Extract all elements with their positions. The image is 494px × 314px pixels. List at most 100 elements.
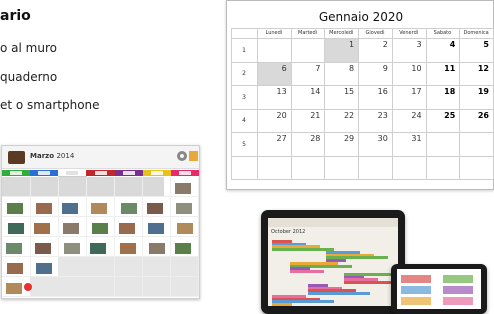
- photo-thumbnail[interactable]: [7, 203, 23, 214]
- app-day-cell[interactable]: [58, 257, 87, 277]
- photo-thumbnail[interactable]: [92, 223, 109, 234]
- app-day-cell[interactable]: [86, 237, 116, 257]
- grid-line: [231, 28, 493, 29]
- app-day-cell[interactable]: [86, 277, 116, 297]
- weekday-tab[interactable]: [38, 171, 51, 175]
- photo-thumbnail[interactable]: [34, 223, 51, 234]
- photo-thumbnail[interactable]: [8, 223, 24, 234]
- day-number: 2: [382, 40, 388, 49]
- photo-thumbnail[interactable]: [119, 243, 136, 254]
- app-day-cell[interactable]: [2, 177, 31, 197]
- app-day-cell[interactable]: [114, 177, 144, 197]
- photo-thumbnail[interactable]: [6, 283, 22, 294]
- photo-thumbnail[interactable]: [90, 243, 107, 254]
- photo-thumbnail[interactable]: [63, 223, 80, 234]
- day-number: 9: [382, 63, 388, 73]
- app-day-cell[interactable]: [170, 177, 199, 197]
- phone-event-block: [443, 286, 473, 294]
- photo-thumbnail[interactable]: [36, 203, 53, 214]
- app-day-cell[interactable]: [114, 257, 144, 277]
- weekday-tab[interactable]: [178, 171, 191, 175]
- day-number: 22: [343, 110, 355, 120]
- app-day-cell[interactable]: [114, 277, 144, 297]
- add-button[interactable]: [24, 283, 32, 291]
- day-number: 31: [411, 134, 422, 143]
- weekday-tab[interactable]: [66, 171, 79, 175]
- day-number: 18: [444, 87, 456, 96]
- photo-thumbnail[interactable]: [174, 183, 191, 194]
- app-day-cell[interactable]: [142, 237, 172, 257]
- monthly-calendar: Gennaio 2020 Lunedì Martedì Mercoledì Giove…: [226, 0, 494, 190]
- photo-thumbnail[interactable]: [174, 243, 191, 254]
- app-day-cell[interactable]: [170, 277, 199, 297]
- photo-thumbnail[interactable]: [35, 243, 52, 254]
- bullet-item: o al muro: [0, 41, 57, 55]
- weekday-tab[interactable]: [150, 171, 163, 175]
- app-day-cell[interactable]: [30, 217, 59, 237]
- app-day-cell[interactable]: [142, 277, 172, 297]
- photo-thumbnail[interactable]: [147, 223, 164, 234]
- app-day-cell[interactable]: [30, 197, 59, 217]
- app-day-cell[interactable]: [86, 257, 116, 277]
- app-day-cell[interactable]: [142, 177, 172, 197]
- app-day-cell[interactable]: [170, 237, 199, 257]
- photo-thumbnail[interactable]: [36, 263, 53, 274]
- photo-thumbnail[interactable]: [7, 263, 23, 274]
- app-day-cell[interactable]: [86, 217, 116, 237]
- photo-thumbnail[interactable]: [62, 203, 79, 214]
- weekday-tab[interactable]: [10, 171, 23, 175]
- app-day-cell[interactable]: [114, 217, 144, 237]
- app-day-cell[interactable]: [86, 197, 116, 217]
- photo-thumbnail[interactable]: [148, 243, 165, 254]
- app-day-cell[interactable]: [58, 217, 87, 237]
- photo-thumbnail[interactable]: [120, 203, 137, 214]
- app-day-cell[interactable]: [30, 257, 59, 277]
- app-day-cell[interactable]: [58, 197, 87, 217]
- weekday-header: Sabato: [433, 30, 452, 36]
- app-month-title: Marzo 2014: [30, 152, 74, 160]
- app-day-cell[interactable]: [30, 237, 59, 257]
- photo-thumbnail[interactable]: [176, 223, 193, 234]
- app-day-cell[interactable]: [2, 257, 31, 277]
- app-day-cell[interactable]: [30, 177, 59, 197]
- app-day-cell[interactable]: [58, 177, 87, 197]
- app-day-cell[interactable]: [142, 217, 172, 237]
- weekday-tab[interactable]: [94, 171, 107, 175]
- app-day-cell[interactable]: [170, 257, 199, 277]
- app-day-cell[interactable]: [58, 277, 87, 297]
- tablet-event-bar: [272, 247, 334, 251]
- app-day-cell[interactable]: [86, 177, 116, 197]
- day-number: 4: [449, 40, 456, 49]
- photo-thumbnail[interactable]: [6, 243, 22, 254]
- week-number: 1: [242, 46, 246, 54]
- app-day-cell[interactable]: [114, 197, 144, 217]
- app-day-cell[interactable]: [170, 217, 199, 237]
- app-day-cell[interactable]: [142, 257, 172, 277]
- app-day-cell[interactable]: [142, 197, 172, 217]
- day-number: 21: [310, 110, 321, 120]
- weekday-header: Martedì: [298, 30, 318, 36]
- phone-event-block: [401, 297, 431, 305]
- weekday-tab[interactable]: [122, 171, 135, 175]
- bullet-item: et o smartphone: [0, 98, 100, 112]
- photo-thumbnail[interactable]: [146, 203, 163, 214]
- app-day-cell[interactable]: [2, 197, 31, 217]
- app-day-cell[interactable]: [170, 197, 199, 217]
- photo-thumbnail[interactable]: [91, 203, 108, 214]
- app-day-cell[interactable]: [58, 237, 87, 257]
- favorites-icon[interactable]: [189, 151, 198, 161]
- app-day-cell[interactable]: [114, 237, 144, 257]
- photo-thumbnail[interactable]: [118, 223, 135, 234]
- app-day-cell[interactable]: [30, 277, 59, 297]
- photo-thumbnail[interactable]: [64, 243, 81, 254]
- day-number: 29: [343, 134, 355, 143]
- day-number: 19: [477, 87, 489, 96]
- photo-thumbnail[interactable]: [175, 203, 192, 214]
- day-number: 26: [477, 110, 489, 120]
- tablet-device: October 2012: [261, 210, 405, 314]
- app-day-cell[interactable]: [2, 217, 31, 237]
- app-day-cell[interactable]: [2, 237, 31, 257]
- phone-device: [391, 264, 487, 314]
- tablet-event-bar: [344, 280, 392, 284]
- weekday-header: Venerdì: [399, 30, 419, 36]
